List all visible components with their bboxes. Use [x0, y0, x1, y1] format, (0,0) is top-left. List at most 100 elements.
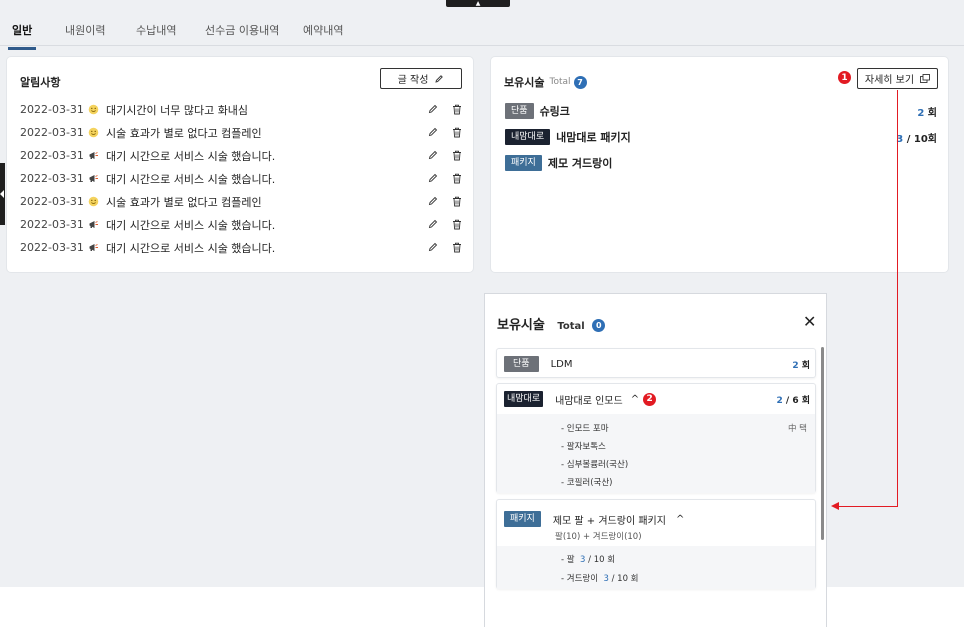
notice-row[interactable]: 2022-03-31 대기 시간으로 서비스 시술 했습니다.: [20, 236, 466, 259]
notice-text: 대기 시간으로 서비스 시술 했습니다.: [106, 241, 276, 255]
top-collapse-handle[interactable]: ▲: [446, 0, 510, 7]
row-actions: [428, 173, 462, 184]
sub-item: - 겨드랑이 3 / 10 회: [561, 574, 639, 584]
pencil-icon[interactable]: [428, 173, 438, 183]
megaphone-icon: [87, 219, 99, 231]
popup-item-expanded[interactable]: 내맘대로 내맘대로 인모드 ^ 2 2 / 6 회 - 인모드 포마 中 택 -…: [496, 383, 816, 493]
tab-visit-history[interactable]: 내원이력: [65, 22, 105, 48]
notice-text: 대기 시간으로 서비스 시술 했습니다.: [106, 172, 276, 186]
annotation-marker-1: 1: [838, 71, 851, 84]
notice-row[interactable]: 2022-03-31 대기 시간으로 서비스 시술 했습니다.: [20, 144, 466, 167]
row-actions: [428, 242, 462, 253]
owned-total-count: 7: [573, 75, 587, 89]
trash-icon[interactable]: [452, 219, 462, 230]
owned-item-name: 내맘대로 패키지: [556, 131, 631, 144]
row-actions: [428, 150, 462, 161]
view-details-button[interactable]: 자세히 보기: [857, 68, 938, 89]
owned-item-name: 제모 겨드랑이: [547, 157, 613, 170]
popup-item[interactable]: 단품 LDM 2 회: [496, 348, 816, 378]
notice-date: 2022-03-31: [20, 218, 84, 231]
notice-date: 2022-03-31: [20, 172, 84, 185]
connector-line-vertical: [897, 90, 898, 506]
notice-date: 2022-03-31: [20, 195, 84, 208]
pencil-icon[interactable]: [428, 242, 438, 252]
view-details-label: 자세히 보기: [864, 75, 915, 86]
trash-icon[interactable]: [452, 104, 462, 115]
popup-item-count: 2 / 6 회: [776, 395, 811, 406]
badge-package: 패키지: [505, 155, 542, 171]
tab-payment-history[interactable]: 수납내역: [136, 22, 176, 48]
notice-date: 2022-03-31: [20, 149, 84, 162]
pencil-icon[interactable]: [428, 150, 438, 160]
trash-icon[interactable]: [452, 150, 462, 161]
smile-icon: [87, 127, 99, 139]
popup-item-head: 단품 LDM 2 회: [504, 349, 810, 379]
notice-row[interactable]: 2022-03-31 대기 시간으로 서비스 시술 했습니다.: [20, 213, 466, 236]
sub-item: - 팔 3 / 10 회: [561, 555, 616, 565]
notice-date: 2022-03-31: [20, 126, 84, 139]
popup-title: 보유시술: [497, 318, 545, 333]
notice-text: 시술 효과가 별로 없다고 컴플레인: [106, 195, 262, 209]
notice-row[interactable]: 2022-03-31 대기 시간으로 서비스 시술 했습니다.: [20, 167, 466, 190]
sub-item: - 심부볼륨러(국산): [561, 460, 629, 470]
pencil-icon[interactable]: [428, 196, 438, 206]
badge-custom: 내맘대로: [504, 391, 544, 407]
owned-item[interactable]: 단품 슈링크 2 회: [505, 102, 937, 120]
popup-scrollbar[interactable]: [821, 347, 824, 540]
notice-row[interactable]: 2022-03-31 시술 효과가 별로 없다고 컴플레인: [20, 121, 466, 144]
notice-row[interactable]: 2022-03-31 대기시간이 너무 많다고 화내심: [20, 98, 466, 121]
pencil-icon[interactable]: [428, 127, 438, 137]
notice-title: 알림사항: [20, 76, 61, 89]
megaphone-icon: [87, 242, 99, 254]
chevron-up-icon[interactable]: ^: [676, 514, 684, 525]
popup-item-count: 2 회: [792, 360, 810, 371]
popup-total-label: Total: [557, 321, 585, 332]
annotation-marker-2: 2: [643, 392, 657, 406]
smile-icon: [87, 104, 99, 116]
owned-header: 보유시술 Total 7: [504, 74, 587, 90]
owned-title: 보유시술: [504, 76, 545, 89]
owned-item-count: 2 회: [917, 107, 937, 119]
row-actions: [428, 104, 462, 115]
notice-row[interactable]: 2022-03-31 시술 효과가 별로 없다고 컴플레인: [20, 190, 466, 213]
notice-text: 대기 시간으로 서비스 시술 했습니다.: [106, 218, 276, 232]
popup-total-count: 0: [592, 319, 606, 332]
tab-reservations[interactable]: 예약내역: [303, 22, 343, 48]
badge-single: 단품: [504, 356, 539, 372]
badge-single: 단품: [505, 103, 534, 119]
trash-icon[interactable]: [452, 242, 462, 253]
close-icon[interactable]: ✕: [803, 312, 816, 331]
pencil-icon[interactable]: [428, 104, 438, 114]
sub-item: - 팔자보톡스: [561, 442, 606, 452]
owned-treatments-popup: 보유시술 Total 0 ✕ 단품 LDM 2 회 내맘대로 내맘대로 인모드 …: [484, 293, 827, 627]
trash-icon[interactable]: [452, 196, 462, 207]
notice-date: 2022-03-31: [20, 103, 84, 116]
owned-total-label: Total: [549, 77, 571, 87]
popup-item-head: 내맘대로 내맘대로 인모드 ^ 2 2 / 6 회: [504, 384, 810, 414]
open-window-icon: [920, 74, 931, 83]
write-notice-button[interactable]: 글 작성: [380, 68, 462, 89]
tab-general[interactable]: 일반: [7, 22, 37, 50]
tab-bar: 일반 내원이력 수납내역 선수금 이용내역 예약내역: [0, 8, 964, 50]
trash-icon[interactable]: [452, 127, 462, 138]
popup-item-head: 패키지 제모 팔 + 겨드랑이 패키지 ^: [504, 506, 810, 532]
popup-item-details: - 인모드 포마 中 택 - 팔자보톡스 - 심부볼륨러(국산) - 코필러(국…: [497, 414, 815, 493]
notice-text: 시술 효과가 별로 없다고 컴플레인: [106, 126, 262, 140]
popup-item-expanded[interactable]: 패키지 제모 팔 + 겨드랑이 패키지 ^ 팔(10) + 겨드랑이(10) -…: [496, 499, 816, 589]
sub-item: - 인모드 포마: [561, 424, 609, 434]
owned-item-count: 3 / 10회: [896, 133, 937, 145]
notice-card: 알림사항 글 작성 2022-03-31 대기시간이 너무 많다고 화내심 2022…: [7, 57, 473, 272]
owned-item-name: 슈링크: [539, 105, 570, 118]
choose-label: 中 택: [787, 424, 807, 434]
pencil-icon[interactable]: [428, 219, 438, 229]
trash-icon[interactable]: [452, 173, 462, 184]
megaphone-icon: [87, 150, 99, 162]
owned-item[interactable]: 패키지 제모 겨드랑이: [505, 154, 937, 172]
left-panel-toggle[interactable]: [0, 163, 5, 225]
chevron-up-icon[interactable]: ^: [631, 394, 639, 405]
connector-arrow-head: [831, 502, 839, 510]
megaphone-icon: [87, 173, 99, 185]
sub-item: - 코필러(국산): [561, 478, 613, 488]
owned-item[interactable]: 내맘대로 내맘대로 패키지 3 / 10회: [505, 128, 937, 146]
tab-deposit-usage[interactable]: 선수금 이용내역: [205, 22, 279, 48]
